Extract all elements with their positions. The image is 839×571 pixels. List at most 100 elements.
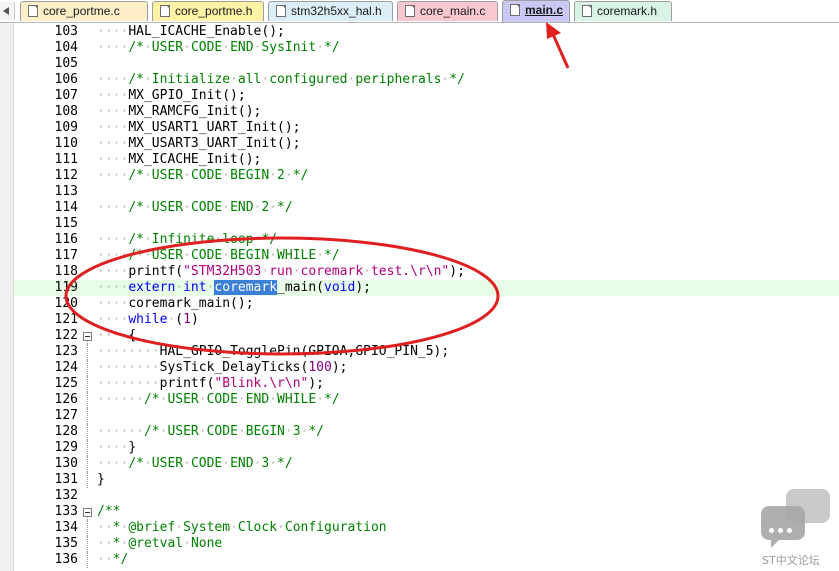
code-token: *·@brief·System·Clock·Configuration <box>112 520 387 535</box>
code-line[interactable]: 117 ····/*·USER·CODE·BEGIN·WHILE·*/ <box>14 248 839 264</box>
code-text: ········printf("Blink.\r\n"); <box>97 376 324 392</box>
code-line[interactable]: 107 ····MX_GPIO_Init(); <box>14 88 839 104</box>
whitespace-marker: ···· <box>97 152 129 167</box>
line-number: 106 <box>54 72 78 87</box>
code-line[interactable]: 110 ····MX_USART3_UART_Init(); <box>14 136 839 152</box>
file-icon <box>276 5 286 17</box>
code-token: /*·USER·CODE·BEGIN·WHILE·*/ <box>128 248 340 263</box>
tab-label: stm32h5xx_hal.h <box>291 4 382 18</box>
code-token: _main( <box>277 280 325 295</box>
whitespace-marker: ···· <box>97 40 129 55</box>
line-number: 105 <box>54 56 78 71</box>
whitespace-marker: ·· <box>97 552 113 567</box>
code-token: } <box>97 472 105 487</box>
code-token: "Blink.\r\n" <box>214 376 309 391</box>
tab-core-portme-h[interactable]: core_portme.h <box>152 1 264 21</box>
code-line[interactable]: 131} <box>14 472 839 488</box>
code-line[interactable]: 104 ····/*·USER·CODE·END·SysInit·*/ <box>14 40 839 56</box>
line-number: 118 <box>54 264 78 279</box>
fold-guide <box>83 520 92 536</box>
code-line[interactable]: 113 <box>14 184 839 200</box>
code-line[interactable]: 125 ········printf("Blink.\r\n"); <box>14 376 839 392</box>
code-line[interactable]: 120 ····coremark_main(); <box>14 296 839 312</box>
code-line[interactable]: 134 ··*·@brief·System·Clock·Configuration <box>14 520 839 536</box>
line-number: 135 <box>54 536 78 551</box>
code-line[interactable]: 109 ····MX_USART1_UART_Init(); <box>14 120 839 136</box>
code-text: ··*·@brief·System·Clock·Configuration <box>97 520 387 536</box>
code-line[interactable]: 136 ··*/ <box>14 552 839 568</box>
code-text: ····MX_ICACHE_Init(); <box>97 152 261 168</box>
code-line[interactable]: 130 ····/*·USER·CODE·END·3·*/ <box>14 456 839 472</box>
file-icon <box>405 5 415 17</box>
code-line[interactable]: 128 ······/*·USER·CODE·BEGIN·3·*/ <box>14 424 839 440</box>
code-line[interactable]: 103 ····HAL_ICACHE_Enable(); <box>14 24 839 40</box>
fold-guide <box>83 360 92 376</box>
code-editor[interactable]: 103 ····HAL_ICACHE_Enable(); 104 ····/*·USE… <box>14 24 839 571</box>
code-line[interactable]: 111 ····MX_ICACHE_Init(); <box>14 152 839 168</box>
code-line[interactable]: 132 <box>14 488 839 504</box>
code-line[interactable]: 105 <box>14 56 839 72</box>
file-icon <box>160 5 170 17</box>
forum-watermark: ST中文论坛 <box>752 486 836 570</box>
fold-collapse-icon[interactable] <box>83 328 92 344</box>
fold-guide <box>83 456 92 472</box>
fold-collapse-icon[interactable] <box>83 504 92 520</box>
code-token: /*·USER·CODE·END·3·*/ <box>128 456 293 471</box>
code-token: 100 <box>308 360 332 375</box>
line-number: 125 <box>54 376 78 391</box>
line-number: 113 <box>54 184 78 199</box>
line-number: 104 <box>54 40 78 55</box>
line-number: 107 <box>54 88 78 103</box>
code-line[interactable]: 108 ····MX_RAMCFG_Init(); <box>14 104 839 120</box>
code-token: /*·Infinite·loop·*/ <box>128 232 278 247</box>
line-number: 110 <box>54 136 78 151</box>
code-token: /*·USER·CODE·END·WHILE·*/ <box>143 392 340 407</box>
code-line[interactable]: 106 ····/*·Initialize·all·configured·peri… <box>14 72 839 88</box>
code-line[interactable]: 126 ······/*·USER·CODE·END·WHILE·*/ <box>14 392 839 408</box>
code-line[interactable]: 135 ··*·@retval·None <box>14 536 839 552</box>
line-number: 114 <box>54 200 78 215</box>
code-line[interactable]: 114 ····/*·USER·CODE·END·2·*/ <box>14 200 839 216</box>
tab-coremark-h[interactable]: coremark.h <box>574 1 672 21</box>
file-icon <box>510 4 520 16</box>
selected-text: coremark <box>214 280 278 295</box>
code-line[interactable]: 115 <box>14 216 839 232</box>
code-line[interactable]: 119 ····extern·int·coremark_main(void); <box>14 280 839 296</box>
code-token: printf( <box>128 264 184 279</box>
code-text: ········HAL_GPIO_TogglePin(GPIOA,GPIO_PI… <box>97 344 449 360</box>
code-line[interactable]: 127 <box>14 408 839 424</box>
whitespace-marker: ···· <box>97 264 129 279</box>
tab-scroll-left-button[interactable] <box>0 2 15 20</box>
code-line[interactable]: 129 ····} <box>14 440 839 456</box>
whitespace-marker: ········ <box>97 344 160 359</box>
code-line[interactable]: 112 ····/*·USER·CODE·BEGIN·2·*/ <box>14 168 839 184</box>
whitespace-marker: ···· <box>97 72 129 87</box>
code-token: "STM32H503·run·coremark·test.\r\n" <box>183 264 450 279</box>
code-line[interactable]: 121 ····while·(1) <box>14 312 839 328</box>
code-line[interactable]: 133 /** <box>14 504 839 520</box>
code-line[interactable]: 122 ····{ <box>14 328 839 344</box>
tab-main-c[interactable]: main.c <box>502 0 570 22</box>
tab-label: core_portme.c <box>43 4 120 18</box>
fold-guide <box>83 552 92 568</box>
line-number: 130 <box>54 456 78 471</box>
code-line[interactable]: 118 ····printf("STM32H503·run·coremark·te… <box>14 264 839 280</box>
code-line[interactable]: 123 ········HAL_GPIO_TogglePin(GPIOA,GPIO… <box>14 344 839 360</box>
tab-stm32h5xx-hal-h[interactable]: stm32h5xx_hal.h <box>268 1 393 21</box>
line-number: 136 <box>54 552 78 567</box>
tab-core-main-c[interactable]: core_main.c <box>397 1 498 21</box>
whitespace-marker: ······ <box>97 392 144 407</box>
tab-core-portme-c[interactable]: core_portme.c <box>20 1 148 21</box>
code-text: ····while·(1) <box>97 312 199 328</box>
code-token: MX_ICACHE_Init(); <box>128 152 262 167</box>
line-number: 103 <box>54 24 78 39</box>
code-line[interactable]: 116 ····/*·Infinite·loop·*/ <box>14 232 839 248</box>
line-number: 115 <box>54 216 78 231</box>
code-token: MX_USART1_UART_Init(); <box>128 120 301 135</box>
code-text: ····/*·Initialize·all·configured·periphe… <box>97 72 465 88</box>
code-line[interactable]: 124 ········SysTick_DelayTicks(100); <box>14 360 839 376</box>
code-text: ····MX_USART3_UART_Init(); <box>97 136 301 152</box>
code-token: *·@retval·None <box>112 536 223 551</box>
whitespace-marker: ········ <box>97 376 160 391</box>
whitespace-marker: ·· <box>97 536 113 551</box>
